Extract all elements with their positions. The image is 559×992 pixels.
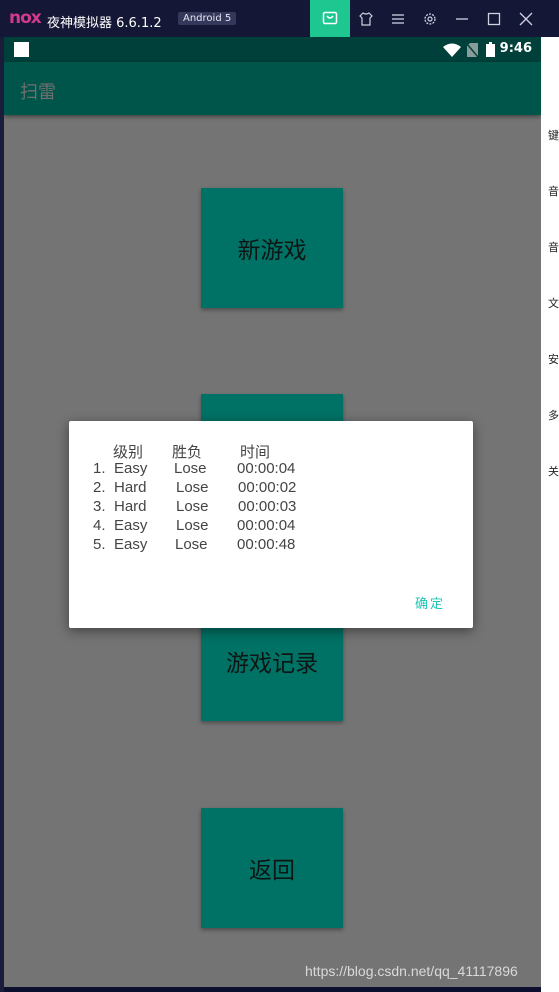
side-tool-keymap[interactable]: 键 [548,127,559,143]
no-sim-icon [467,43,478,57]
emulator-side-toolbar: 键 音 音 文 安 多 关 [541,37,559,992]
maximize-icon[interactable] [486,11,502,27]
record-time: 00:00:48 [237,536,296,553]
side-tool-multi[interactable]: 多 [548,407,559,423]
header-time: 时间 [240,444,271,461]
wifi-icon [443,43,461,57]
record-level: Easy [114,536,148,553]
store-icon [322,11,338,25]
emulator-title: 夜神模拟器 6.6.1.2 [47,16,162,31]
records-dialog: 级别 胜负 时间 1. Easy Lose 00:00:04 2. Hard L… [69,421,473,628]
emulator-titlebar: nox 夜神模拟器 6.6.1.2 Android 5 [0,0,559,37]
side-tool-install[interactable]: 安 [548,351,559,367]
record-result: Lose [176,498,209,515]
back-button[interactable]: 返回 [201,808,343,928]
record-level: Hard [114,498,147,515]
side-tool-close[interactable]: 关 [548,463,559,479]
record-time: 00:00:04 [237,517,296,534]
record-num: 1. [93,460,106,477]
settings-icon[interactable] [422,11,438,27]
record-num: 5. [93,536,106,553]
menu-icon[interactable] [390,11,406,27]
record-level: Easy [114,460,148,477]
back-label: 返回 [249,858,295,884]
phone-screen: 9:46 扫雷 新游戏 游戏记录 返回 级别 胜负 时间 1. Easy Los… [4,37,541,987]
watermark: https://blog.csdn.net/qq_41117896 [305,963,518,979]
record-num: 4. [93,517,106,534]
store-button[interactable] [310,0,350,37]
record-num: 3. [93,498,106,515]
app-title: 扫雷 [20,82,56,103]
android-version-badge: Android 5 [178,12,237,25]
status-time: 9:46 [499,41,532,56]
side-tool-file[interactable]: 文 [548,295,559,311]
record-result: Lose [176,517,209,534]
close-icon[interactable] [518,11,534,27]
record-time: 00:00:02 [238,479,297,496]
side-tool-volume-up[interactable]: 音 [548,183,559,199]
new-game-button[interactable]: 新游戏 [201,188,343,308]
app-bar: 扫雷 [4,62,541,115]
game-records-label: 游戏记录 [226,651,318,677]
record-level: Easy [114,517,148,534]
record-time: 00:00:03 [238,498,297,515]
nox-logo: nox [9,8,42,28]
minimize-icon[interactable] [454,11,470,27]
ok-button[interactable]: 确定 [415,593,445,612]
shirt-icon[interactable] [358,11,374,27]
new-game-label: 新游戏 [237,238,307,264]
record-result: Lose [176,479,209,496]
record-time: 00:00:04 [237,460,296,477]
status-bar: 9:46 [4,37,541,62]
side-tool-volume-down[interactable]: 音 [548,239,559,255]
record-result: Lose [174,460,207,477]
battery-icon [486,42,495,57]
record-num: 2. [93,479,106,496]
header-level: 级别 [113,444,144,461]
record-level: Hard [114,479,147,496]
header-result: 胜负 [172,444,203,461]
record-result: Lose [175,536,208,553]
app-square-icon [14,42,29,57]
